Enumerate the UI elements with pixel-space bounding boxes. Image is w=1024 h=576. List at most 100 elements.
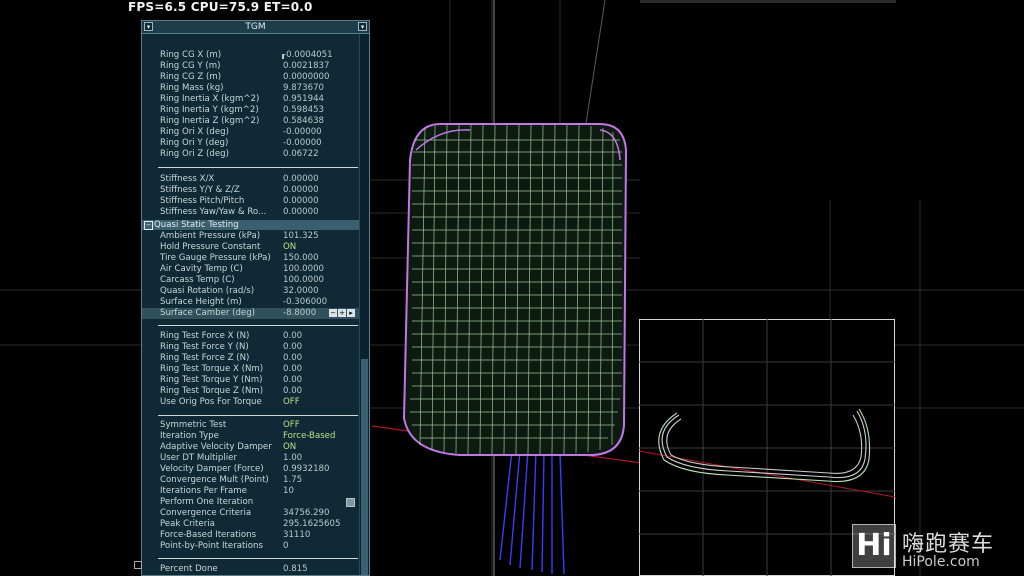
property-value[interactable]: 150.000: [283, 253, 319, 264]
property-row[interactable]: Velocity Damper (Force) 0.9932180: [142, 464, 359, 475]
toggle-value[interactable]: OFF: [283, 397, 300, 408]
property-row[interactable]: Ring Ori X (deg) -0.00000: [142, 127, 359, 138]
property-value[interactable]: 0.00: [283, 375, 302, 386]
step-button[interactable]: ▸: [347, 309, 355, 317]
tgm-property-panel[interactable]: ▾ TGM ▾ Ring CG X (m) -0.0004051 Ring CG …: [141, 20, 370, 576]
property-row[interactable]: Quasi Rotation (rad/s) 32.0000: [142, 286, 359, 297]
property-value[interactable]: 0.00: [283, 342, 302, 353]
property-row[interactable]: Iterations Per Frame 10: [142, 486, 359, 497]
collapse-toggle-icon[interactable]: −: [144, 221, 153, 230]
property-row[interactable]: User DT Multiplier 1.00: [142, 453, 359, 464]
property-row[interactable]: Perform One Iteration: [142, 497, 359, 508]
property-row[interactable]: Ambient Pressure (kPa) 101.325: [142, 231, 359, 242]
property-row-selected[interactable]: Surface Camber (deg) -8.8000 − + ▸: [142, 308, 359, 319]
property-row[interactable]: Peak Criteria 295.1625605: [142, 519, 359, 530]
property-row[interactable]: Ring Test Force Z (N) 0.00: [142, 353, 359, 364]
property-value[interactable]: 295.1625605: [283, 519, 340, 530]
property-value[interactable]: 0.0000000: [283, 72, 329, 83]
property-row[interactable]: Ring Inertia X (kgm^2) 0.951944: [142, 94, 359, 105]
increment-button[interactable]: +: [338, 309, 346, 317]
property-row[interactable]: Ring Inertia Y (kgm^2) 0.598453: [142, 105, 359, 116]
property-row[interactable]: Convergence Criteria 34756.290: [142, 508, 359, 519]
property-value[interactable]: 0.598453: [283, 105, 324, 116]
property-value[interactable]: -0.00000: [283, 138, 322, 149]
property-row[interactable]: Ring Ori Z (deg) 0.06722: [142, 149, 359, 160]
property-row[interactable]: Iteration Type Force-Based: [142, 431, 359, 442]
property-value[interactable]: 0.00: [283, 331, 302, 342]
property-row[interactable]: Ring Test Torque Y (Nm) 0.00: [142, 375, 359, 386]
panel-title-bar[interactable]: ▾ TGM ▾: [142, 21, 369, 34]
property-row[interactable]: Ring Inertia Z (kgm^2) 0.584638: [142, 116, 359, 127]
property-row[interactable]: Ring Test Force Y (N) 0.00: [142, 342, 359, 353]
property-value[interactable]: 0.00000: [283, 185, 319, 196]
property-row[interactable]: Percent Done 0.815: [142, 564, 359, 575]
property-row[interactable]: Carcass Temp (C) 100.0000: [142, 275, 359, 286]
property-value[interactable]: 0.9932180: [283, 464, 329, 475]
property-value[interactable]: 34756.290: [283, 508, 329, 519]
property-value[interactable]: 101.325: [283, 231, 319, 242]
property-row[interactable]: Ring CG Z (m) 0.0000000: [142, 72, 359, 83]
property-value[interactable]: 0.00: [283, 353, 302, 364]
property-row[interactable]: Symmetric Test OFF: [142, 420, 359, 431]
property-row[interactable]: Ring Mass (kg) 9.873670: [142, 83, 359, 94]
property-value[interactable]: 0.06722: [283, 149, 319, 160]
toggle-value[interactable]: ON: [283, 242, 296, 253]
collapse-button[interactable]: ▾: [144, 22, 153, 31]
property-value[interactable]: 0: [283, 541, 288, 552]
property-value[interactable]: 0.00000: [283, 196, 319, 207]
toggle-value[interactable]: OFF: [283, 420, 300, 431]
property-value[interactable]: 100.0000: [283, 275, 324, 286]
property-label: Surface Camber (deg): [160, 308, 256, 318]
property-row[interactable]: Stiffness Pitch/Pitch 0.00000: [142, 196, 359, 207]
property-row[interactable]: Convergence Mult (Point) 1.75: [142, 475, 359, 486]
property-value[interactable]: 0.00000: [283, 174, 319, 185]
property-row[interactable]: Stiffness Y/Y & Z/Z 0.00000: [142, 185, 359, 196]
property-value[interactable]: 0.951944: [283, 94, 324, 105]
property-value[interactable]: 100.0000: [283, 264, 324, 275]
property-value[interactable]: -8.8000: [283, 308, 316, 319]
property-value[interactable]: 31110: [283, 530, 310, 541]
property-row[interactable]: Stiffness X/X 0.00000: [142, 174, 359, 185]
property-label: Convergence Criteria: [160, 508, 252, 518]
property-row[interactable]: Ring CG X (m) -0.0004051: [142, 50, 359, 61]
property-row[interactable]: Ring Ori Y (deg) -0.00000: [142, 138, 359, 149]
property-row[interactable]: Stiffness Yaw/Yaw & Ro... 0.00000: [142, 207, 359, 218]
property-row[interactable]: Ring CG Y (m) 0.0021837: [142, 61, 359, 72]
property-value[interactable]: 0.00: [283, 386, 302, 397]
property-value[interactable]: -0.0004051: [283, 50, 333, 61]
property-row[interactable]: Adaptive Velocity Damper ON: [142, 442, 359, 453]
property-row[interactable]: Point-by-Point Iterations 0: [142, 541, 359, 552]
property-row[interactable]: Ring Test Torque Z (Nm) 0.00: [142, 386, 359, 397]
menu-dropdown-button[interactable]: ▾: [358, 22, 367, 31]
perform-iteration-checkbox[interactable]: [346, 498, 355, 507]
property-value[interactable]: 0.00: [283, 364, 302, 375]
property-label: Ring CG X (m): [160, 50, 222, 60]
property-label: Ring Test Torque X (Nm): [160, 364, 264, 374]
property-row[interactable]: Use Orig Pos For Torque OFF: [142, 397, 359, 408]
property-value[interactable]: 0.00000: [283, 207, 319, 218]
property-row[interactable]: Surface Height (m) -0.306000: [142, 297, 359, 308]
property-row[interactable]: Force-Based Iterations 31110: [142, 530, 359, 541]
property-label: Peak Criteria: [160, 519, 215, 529]
decrement-button[interactable]: −: [329, 309, 337, 317]
property-row[interactable]: Ring Test Force X (N) 0.00: [142, 331, 359, 342]
property-row[interactable]: Air Cavity Temp (C) 100.0000: [142, 264, 359, 275]
vertical-scrollbar[interactable]: [359, 34, 369, 575]
toggle-value[interactable]: ON: [283, 442, 296, 453]
property-value[interactable]: 0.0021837: [283, 61, 329, 72]
property-value[interactable]: -0.00000: [283, 127, 322, 138]
property-value[interactable]: 9.873670: [283, 83, 324, 94]
property-value[interactable]: 1.00: [283, 453, 302, 464]
property-value[interactable]: 10: [283, 486, 294, 497]
property-value[interactable]: -0.306000: [283, 297, 327, 308]
section-header-quasi-static-testing[interactable]: − Quasi Static Testing: [142, 220, 359, 230]
resize-icon[interactable]: [134, 561, 142, 569]
property-row[interactable]: Hold Pressure Constant ON: [142, 242, 359, 253]
property-value[interactable]: 32.0000: [283, 286, 319, 297]
property-value[interactable]: 1.75: [283, 475, 302, 486]
property-row[interactable]: Tire Gauge Pressure (kPa) 150.000: [142, 253, 359, 264]
dropdown-value[interactable]: Force-Based: [283, 431, 335, 442]
property-row[interactable]: Ring Test Torque X (Nm) 0.00: [142, 364, 359, 375]
property-value[interactable]: 0.584638: [283, 116, 324, 127]
scrollbar-thumb[interactable]: [361, 359, 368, 575]
